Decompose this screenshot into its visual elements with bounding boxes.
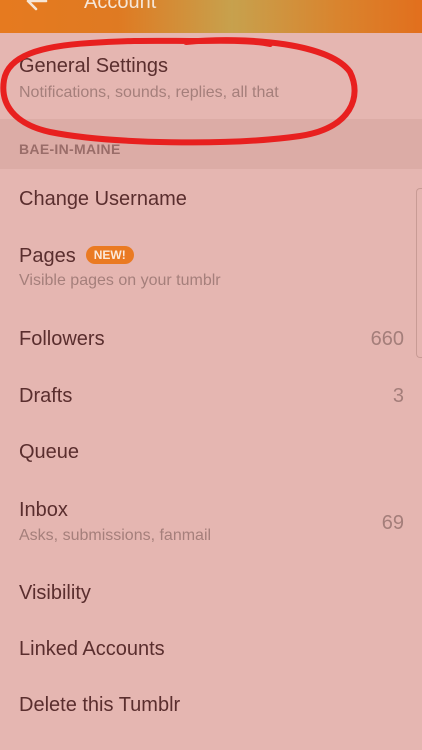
pages-item[interactable]: Pages NEW! Visible pages on your tumblr (0, 245, 422, 291)
page-title: Account (84, 0, 157, 13)
inbox-item[interactable]: Inbox Asks, submissions, fanmail 69 (0, 499, 422, 546)
drafts-item[interactable]: Drafts 3 (0, 385, 422, 407)
delete-tumblr-title: Delete this Tumblr (19, 694, 181, 716)
followers-count: 660 (370, 328, 404, 350)
change-username-item[interactable]: Change Username (0, 188, 422, 210)
change-username-title: Change Username (19, 188, 187, 210)
scrollbar[interactable] (416, 188, 422, 358)
arrow-left-icon[interactable] (24, 0, 50, 14)
queue-title: Queue (19, 441, 80, 463)
general-settings-subtitle: Notifications, sounds, replies, all that (19, 84, 279, 101)
linked-accounts-title: Linked Accounts (19, 638, 165, 660)
followers-item[interactable]: Followers 660 (0, 328, 422, 350)
general-settings-item[interactable]: General Settings Notifications, sounds, … (0, 55, 422, 103)
drafts-count: 3 (392, 385, 404, 407)
blog-name-label: BAE-IN-MAINE (19, 141, 121, 157)
inbox-count: 69 (381, 512, 404, 534)
queue-item[interactable]: Queue (0, 441, 422, 463)
inbox-title: Inbox (19, 499, 68, 521)
delete-tumblr-item[interactable]: Delete this Tumblr (0, 694, 422, 716)
app-header: Account (0, 0, 422, 33)
visibility-item[interactable]: Visibility (0, 582, 422, 604)
pages-title: Pages (19, 245, 76, 267)
visibility-title: Visibility (19, 582, 91, 604)
blog-section-header: BAE-IN-MAINE (0, 119, 422, 169)
inbox-subtitle: Asks, submissions, fanmail (19, 527, 212, 544)
pages-subtitle: Visible pages on your tumblr (19, 272, 221, 289)
new-badge: NEW! (85, 246, 134, 264)
drafts-title: Drafts (19, 385, 73, 407)
followers-title: Followers (19, 328, 105, 350)
linked-accounts-item[interactable]: Linked Accounts (0, 638, 422, 660)
general-settings-title: General Settings (19, 55, 168, 77)
